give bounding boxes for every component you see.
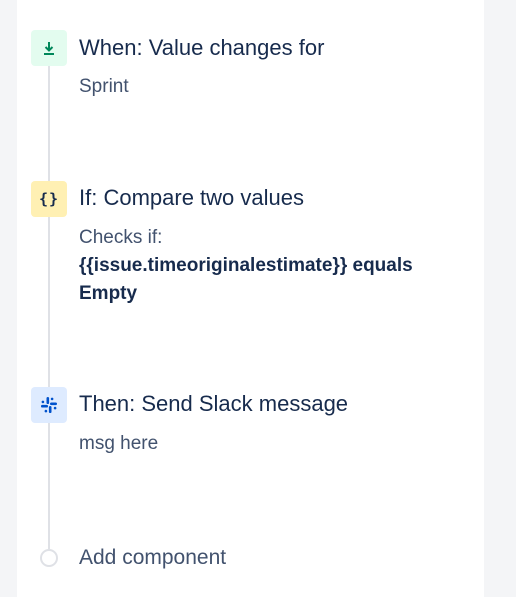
action-icon-box[interactable] — [31, 387, 67, 423]
trigger-title[interactable]: When: Value changes for — [79, 35, 324, 61]
trigger-detail: Sprint — [79, 76, 129, 97]
condition-expression: {{issue.timeoriginalestimate}} equals Em… — [79, 255, 413, 304]
download-arrow-icon — [44, 42, 54, 55]
add-component-circle-icon[interactable] — [40, 549, 58, 567]
condition-detail-label: Checks if: — [79, 227, 163, 248]
action-detail: msg here — [79, 433, 159, 454]
condition-icon-box[interactable]: {} — [31, 181, 67, 217]
action-title[interactable]: Then: Send Slack message — [79, 391, 348, 417]
condition-title[interactable]: If: Compare two values — [79, 185, 304, 211]
add-component-button[interactable]: Add component — [79, 546, 226, 570]
timeline-rail — [48, 64, 50, 550]
curly-braces-icon: {} — [38, 190, 60, 208]
trigger-icon-box[interactable] — [31, 30, 67, 66]
slack-icon — [41, 397, 57, 413]
